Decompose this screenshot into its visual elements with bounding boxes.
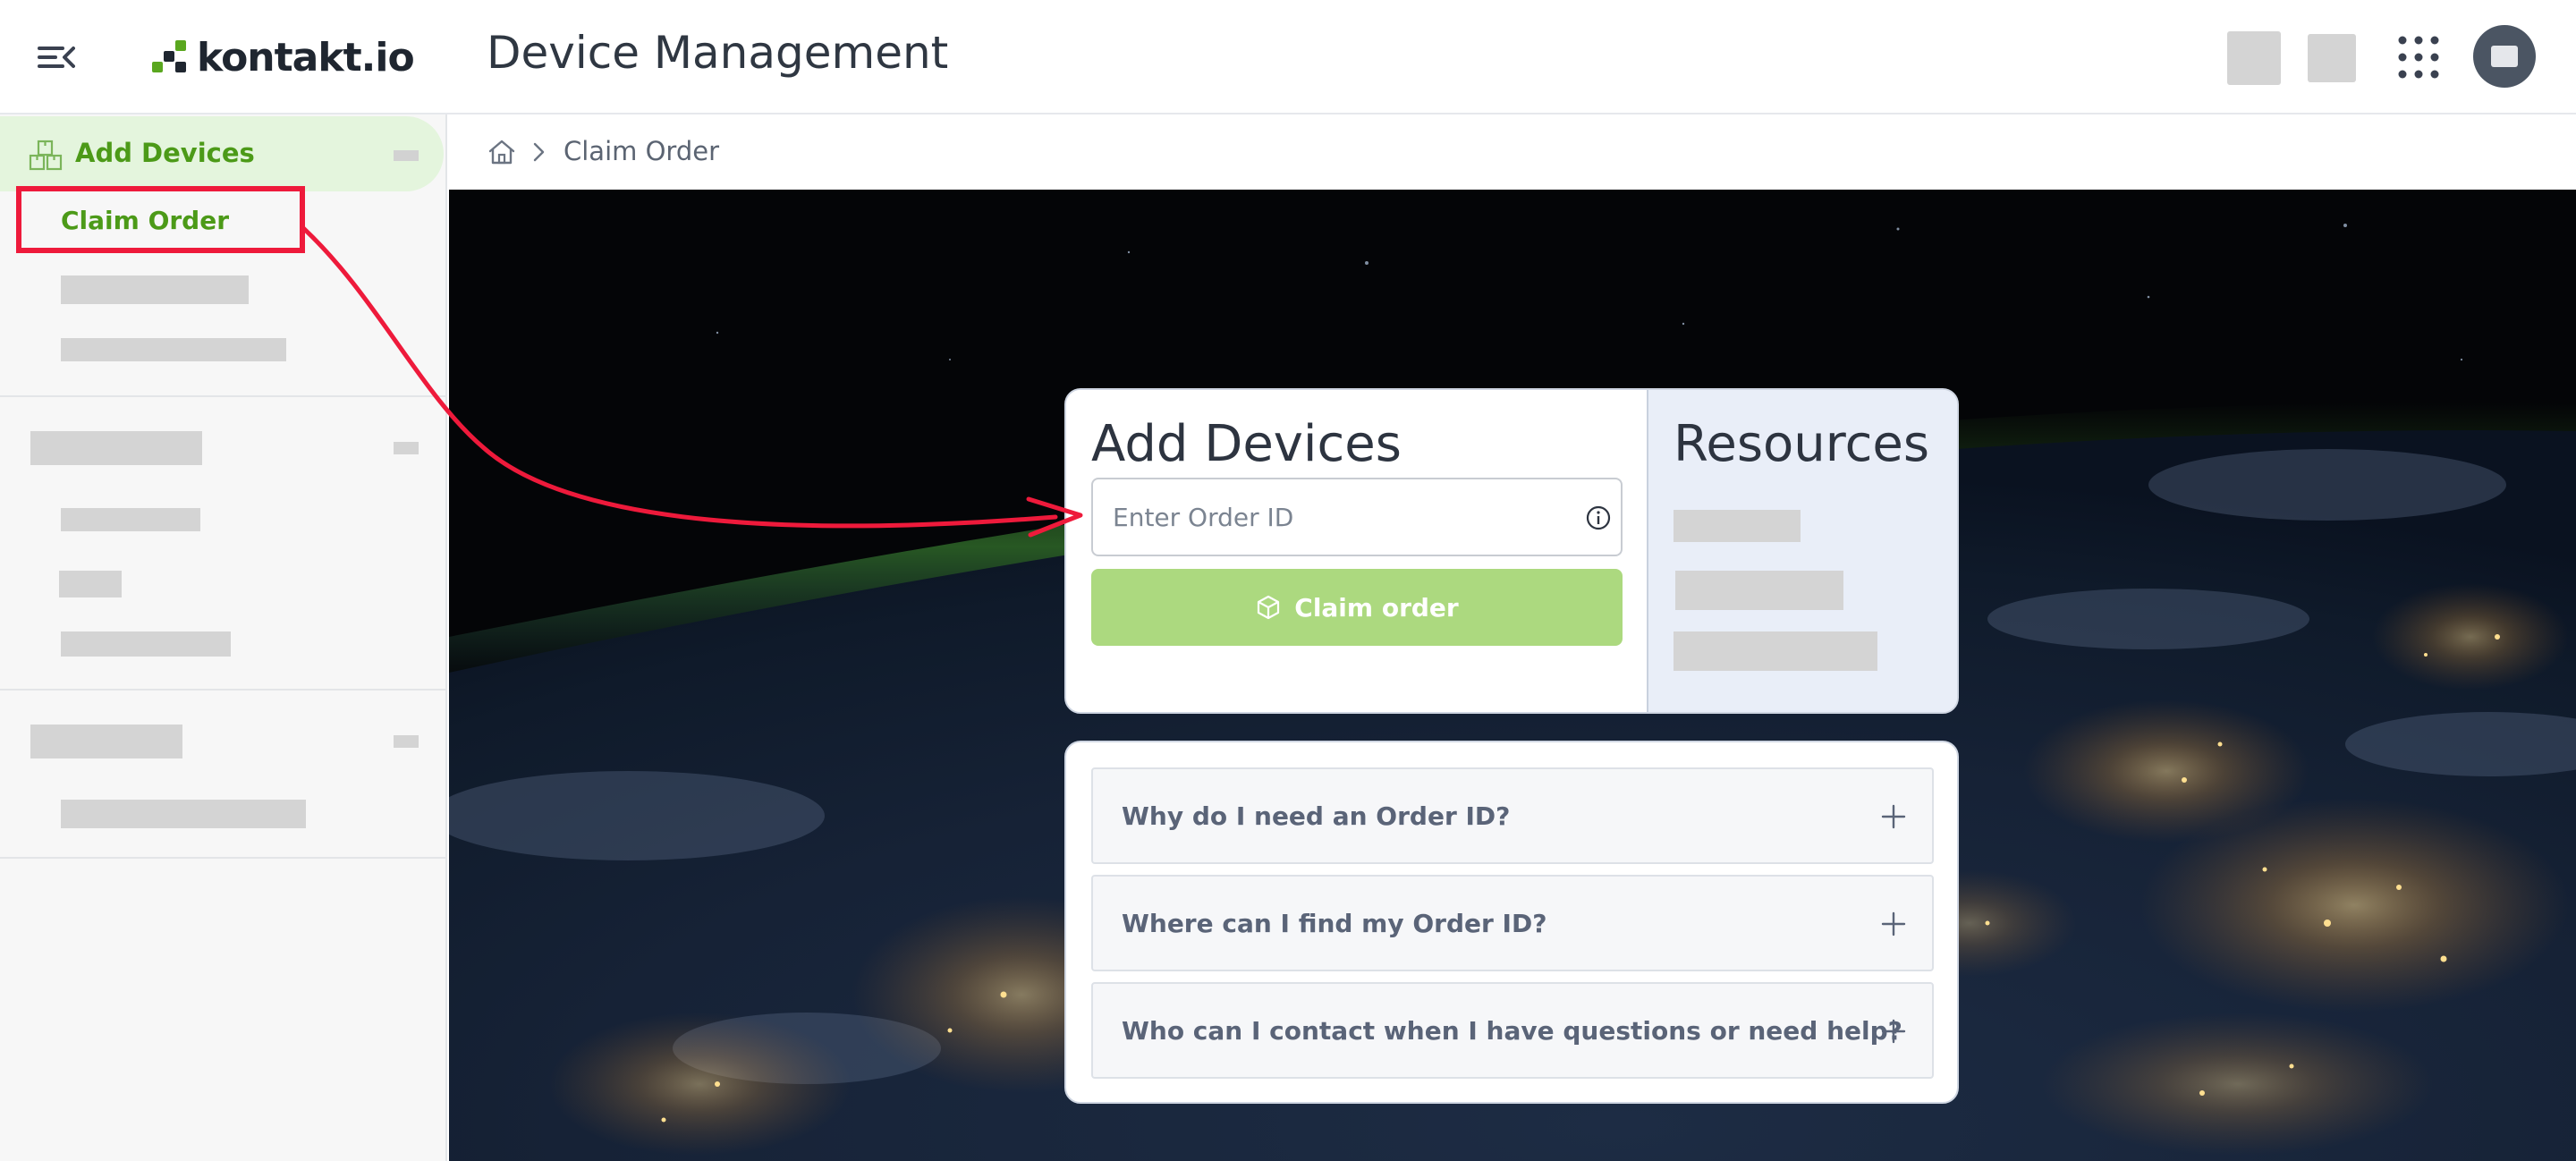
logo-mark-icon [152, 40, 186, 72]
faq-question: Why do I need an Order ID? [1122, 801, 1511, 831]
add-devices-panel: Add Devices Claim order [1066, 390, 1648, 712]
sidebar-divider [0, 395, 445, 397]
faq-question: Where can I find my Order ID? [1122, 909, 1547, 938]
claim-order-button-label: Claim order [1294, 592, 1459, 623]
section-toggle-placeholder[interactable] [394, 735, 419, 748]
cube-icon [1258, 595, 1280, 620]
plus-icon[interactable] [1880, 911, 1907, 937]
add-devices-title: Add Devices [1091, 415, 1402, 473]
logo-text: kontakt.io [197, 34, 415, 81]
add-devices-card: Add Devices Claim order Resources [1064, 388, 1959, 714]
order-id-input[interactable] [1093, 479, 1576, 555]
sidebar-divider [0, 857, 445, 859]
user-avatar[interactable] [2473, 25, 2536, 88]
faq-item[interactable]: Who can I contact when I have questions … [1091, 982, 1934, 1079]
header-placeholder-1[interactable] [2227, 31, 2281, 85]
brand-logo[interactable]: kontakt.io [152, 32, 415, 82]
avatar-placeholder [2491, 46, 2518, 67]
header-placeholder-2[interactable] [2308, 34, 2356, 82]
sidebar-item-placeholder[interactable] [61, 631, 231, 657]
top-header: kontakt.io Device Management [0, 0, 2576, 114]
faq-card: Why do I need an Order ID? Where can I f… [1064, 741, 1959, 1104]
breadcrumb-current: Claim Order [564, 136, 720, 166]
sidebar-section-add-devices[interactable]: Add Devices [0, 116, 444, 191]
resource-link-placeholder[interactable] [1674, 510, 1801, 542]
sidebar-item-placeholder[interactable] [61, 800, 306, 828]
faq-item[interactable]: Where can I find my Order ID? [1091, 875, 1934, 971]
boxes-icon [29, 140, 63, 171]
sidebar-section-placeholder[interactable] [30, 431, 202, 465]
resources-title: Resources [1674, 415, 1929, 473]
resource-link-placeholder[interactable] [1674, 631, 1877, 671]
menu-collapse-icon[interactable] [36, 41, 75, 73]
annotation-highlight-box [16, 186, 305, 253]
resource-link-placeholder[interactable] [1675, 571, 1843, 610]
claim-order-button[interactable]: Claim order [1091, 569, 1623, 646]
info-icon[interactable] [1585, 504, 1612, 531]
apps-grid-icon[interactable] [2397, 34, 2440, 81]
sidebar-section-placeholder[interactable] [30, 725, 182, 758]
resources-panel: Resources [1648, 390, 1957, 712]
sidebar-item-placeholder[interactable] [59, 571, 122, 597]
sidebar-item-placeholder[interactable] [61, 508, 200, 531]
faq-item[interactable]: Why do I need an Order ID? [1091, 767, 1934, 864]
breadcrumb [449, 116, 2576, 190]
plus-icon[interactable] [1880, 1018, 1907, 1045]
home-icon[interactable] [487, 138, 517, 166]
order-id-field[interactable] [1091, 478, 1623, 556]
chevron-right-icon [533, 142, 545, 162]
sidebar-section-label: Add Devices [75, 138, 255, 168]
sidebar-divider [0, 689, 445, 691]
sidebar: Add Devices Claim Order [0, 114, 447, 1161]
app-title: Device Management [487, 27, 949, 79]
section-toggle-placeholder[interactable] [394, 442, 419, 454]
plus-icon[interactable] [1880, 803, 1907, 830]
faq-question: Who can I contact when I have questions … [1122, 1016, 1902, 1046]
section-toggle-placeholder[interactable] [394, 150, 419, 161]
sidebar-item-placeholder[interactable] [61, 338, 286, 361]
sidebar-item-placeholder[interactable] [61, 275, 249, 304]
